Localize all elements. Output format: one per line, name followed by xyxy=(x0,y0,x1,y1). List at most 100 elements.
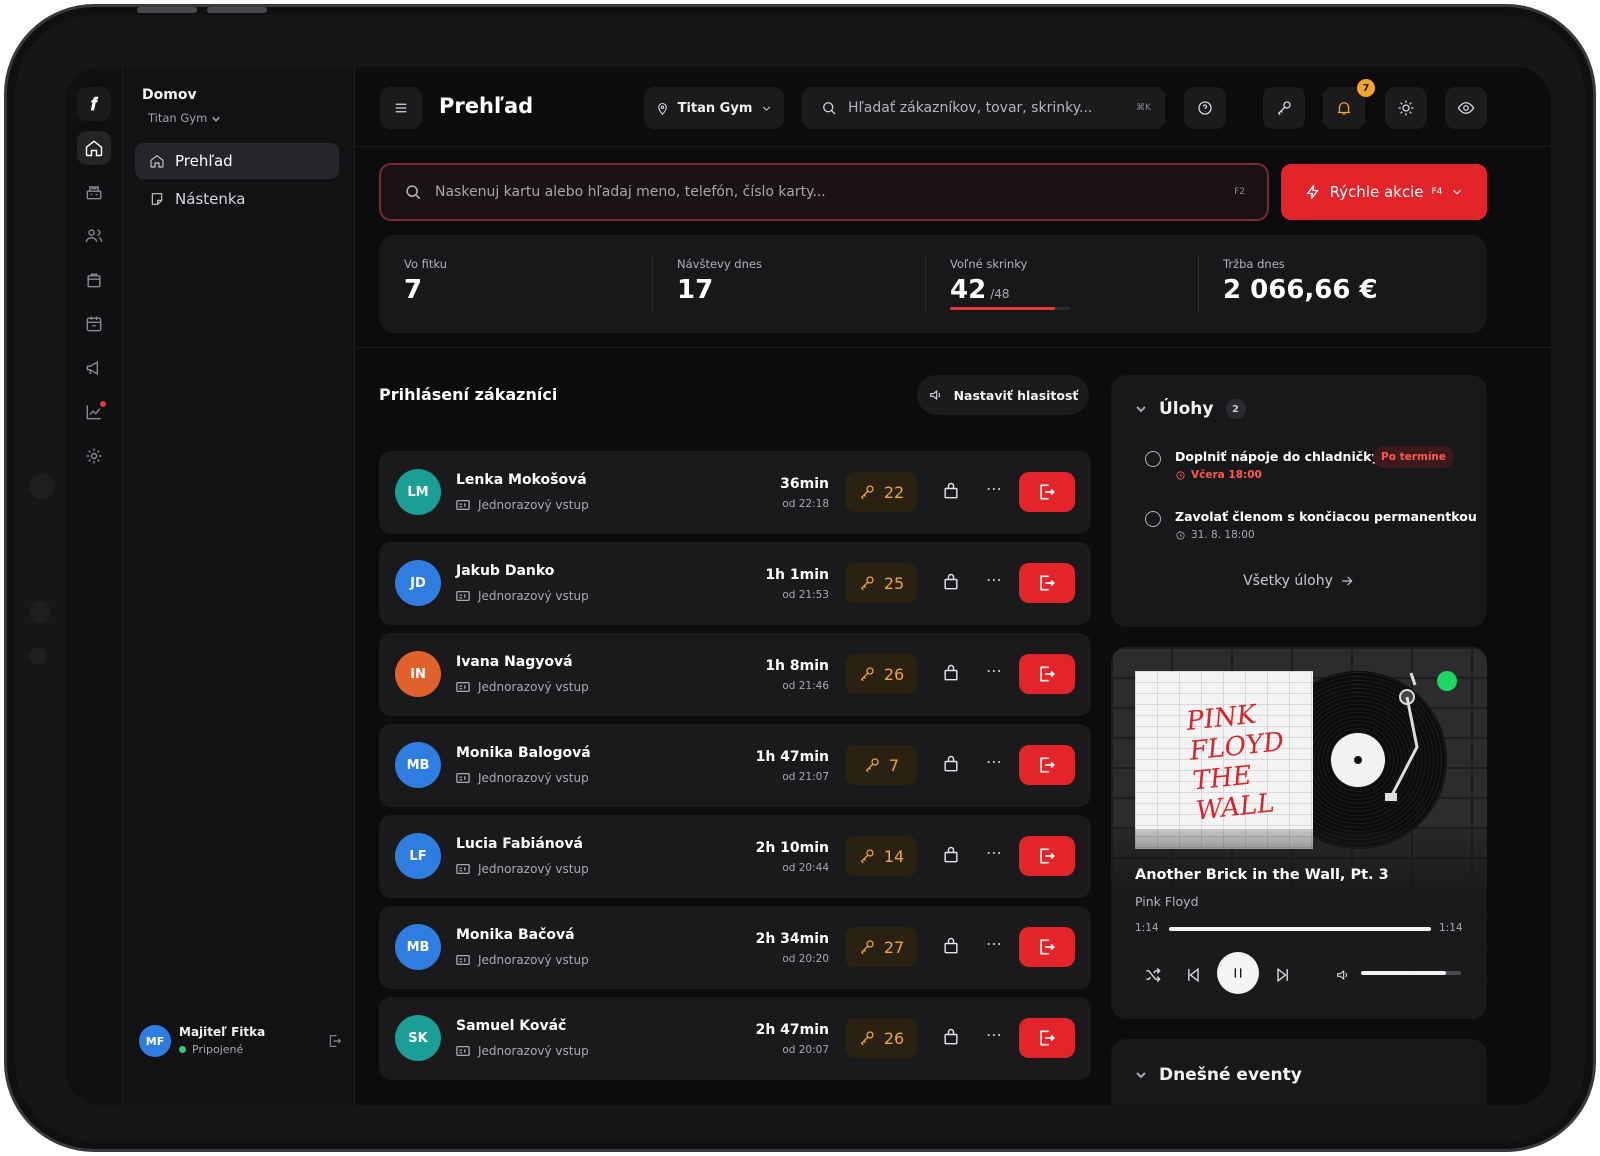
customer-name: Samuel Kováč xyxy=(456,1018,567,1034)
more-options-icon[interactable]: ⋯ xyxy=(986,843,1003,862)
gym-selector[interactable]: Titan Gym xyxy=(644,87,784,129)
user-profile[interactable]: MF Majiteľ Fitka Pripojené xyxy=(139,1023,342,1059)
locker-button[interactable]: 27 xyxy=(845,927,917,967)
settings-gear-icon[interactable] xyxy=(77,439,111,473)
theme-toggle-button[interactable] xyxy=(1385,87,1427,129)
megaphone-icon[interactable] xyxy=(77,351,111,385)
customer-row[interactable]: JD Jakub Danko Jednorazový vstup 1h 1min od … xyxy=(379,542,1091,625)
locker-number: 26 xyxy=(883,1028,905,1048)
previous-track-icon[interactable] xyxy=(1183,965,1203,985)
more-options-icon[interactable]: ⋯ xyxy=(986,479,1003,498)
duration-value: 1h 1min xyxy=(765,567,829,583)
customer-row[interactable]: IN Ivana Nagyová Jednorazový vstup 1h 8min o… xyxy=(379,633,1091,716)
top-bar: Prehľad Titan Gym Hľadať zákazníkov, tov… xyxy=(355,67,1551,147)
card-scan-input[interactable]: Naskenuj kartu alebo hľadaj meno, telefó… xyxy=(379,163,1269,221)
visit-duration: 1h 1min od 21:53 xyxy=(765,567,829,602)
help-button[interactable] xyxy=(1184,87,1226,129)
visit-duration: 2h 34min od 20:20 xyxy=(756,931,829,966)
duration-value: 2h 10min xyxy=(755,840,829,856)
next-track-icon[interactable] xyxy=(1273,965,1293,985)
cash-register-icon[interactable] xyxy=(77,175,111,209)
notifications-button[interactable]: 7 xyxy=(1323,79,1375,129)
locker-button[interactable]: 25 xyxy=(845,563,917,603)
nav-item-overview[interactable]: Prehľad xyxy=(135,143,339,179)
customer-name: Monika Balogová xyxy=(456,745,591,761)
id-card-icon xyxy=(456,1045,470,1057)
shopping-bag-icon[interactable] xyxy=(941,572,961,592)
more-options-icon[interactable]: ⋯ xyxy=(986,661,1003,680)
home-icon[interactable] xyxy=(77,131,111,165)
playback-progress-bar[interactable] xyxy=(1169,927,1431,931)
tasks-header[interactable]: Úlohy 2 xyxy=(1135,399,1246,419)
key-button[interactable] xyxy=(1263,87,1305,129)
more-options-icon[interactable]: ⋯ xyxy=(986,570,1003,589)
nav-title: Domov xyxy=(142,87,197,103)
customer-row[interactable]: MB Monika Balogová Jednorazový vstup 1h 47m… xyxy=(379,724,1091,807)
quick-actions-button[interactable]: Rýchle akcie F4 xyxy=(1281,164,1487,220)
task-checkbox[interactable] xyxy=(1145,451,1161,467)
key-icon xyxy=(860,1031,874,1046)
customer-row[interactable]: LF Lucia Fabiánová Jednorazový vstup 2h 10m… xyxy=(379,815,1091,898)
locker-button[interactable]: 14 xyxy=(845,836,917,876)
task-checkbox[interactable] xyxy=(1145,511,1161,527)
stat-in-gym: Vo fitku 7 xyxy=(379,235,656,333)
clock-icon xyxy=(1176,470,1185,480)
shopping-bag-icon[interactable] xyxy=(941,663,961,683)
customer-row[interactable]: LM Lenka Mokošová Jednorazový vstup 36min od… xyxy=(379,451,1091,534)
events-header[interactable]: Dnešné eventy xyxy=(1135,1065,1302,1085)
more-options-icon[interactable]: ⋯ xyxy=(986,752,1003,771)
customer-row[interactable]: SK Samuel Kováč Jednorazový vstup 2h 47min o… xyxy=(379,997,1091,1080)
membership-type: Jednorazový vstup xyxy=(456,1044,589,1058)
app-screen: 𝒇 Domov Titan Gym Prehľad Nástenka MF Ma… xyxy=(65,67,1551,1105)
visit-duration: 2h 10min od 20:44 xyxy=(756,840,829,875)
device-sensor xyxy=(29,601,51,623)
checkout-button[interactable] xyxy=(1019,563,1075,603)
global-search-input[interactable]: Hľadať zákazníkov, tovar, skrinky... ⌘K xyxy=(802,87,1165,129)
volume-slider-fill xyxy=(1361,971,1446,975)
locker-button[interactable]: 7 xyxy=(845,745,917,785)
users-icon[interactable] xyxy=(77,219,111,253)
gym-switcher[interactable]: Titan Gym xyxy=(148,111,221,125)
checkout-button[interactable] xyxy=(1019,745,1075,785)
more-options-icon[interactable]: ⋯ xyxy=(986,1025,1003,1044)
tonearm-icon xyxy=(1385,672,1419,801)
shuffle-icon[interactable] xyxy=(1143,965,1163,985)
volume-icon xyxy=(1337,969,1348,981)
checkout-button[interactable] xyxy=(1019,654,1075,694)
spotify-icon xyxy=(1437,671,1457,691)
logout-icon[interactable] xyxy=(327,1033,343,1049)
locker-button[interactable]: 26 xyxy=(845,654,917,694)
shopping-bag-icon[interactable] xyxy=(941,1027,961,1047)
shopping-bag-icon[interactable] xyxy=(941,754,961,774)
checkout-button[interactable] xyxy=(1019,927,1075,967)
membership-type-label: Jednorazový vstup xyxy=(478,771,589,785)
checkout-button[interactable] xyxy=(1019,836,1075,876)
set-volume-button[interactable]: Nastaviť hlasitosť xyxy=(917,375,1089,415)
locker-button[interactable]: 26 xyxy=(845,1018,917,1058)
shopping-bag-icon[interactable] xyxy=(941,936,961,956)
arrow-right-icon xyxy=(1342,576,1353,586)
locker-button[interactable]: 22 xyxy=(845,472,917,512)
more-options-icon[interactable]: ⋯ xyxy=(986,934,1003,953)
checkout-button[interactable] xyxy=(1019,1018,1075,1058)
playback-progress-fill xyxy=(1169,927,1431,931)
volume-slider[interactable] xyxy=(1361,971,1461,975)
avatar: MB xyxy=(395,742,441,788)
calendar-icon[interactable] xyxy=(77,307,111,341)
nav-item-board[interactable]: Nástenka xyxy=(135,181,339,217)
shopping-bag-icon[interactable] xyxy=(77,263,111,297)
menu-button[interactable] xyxy=(380,87,422,129)
all-tasks-link[interactable]: Všetky úlohy xyxy=(1111,573,1487,589)
shopping-bag-icon[interactable] xyxy=(941,845,961,865)
checkout-button[interactable] xyxy=(1019,472,1075,512)
privacy-toggle-button[interactable] xyxy=(1445,87,1487,129)
membership-type-label: Jednorazový vstup xyxy=(478,589,589,603)
analytics-icon[interactable] xyxy=(77,395,111,429)
membership-type-label: Jednorazový vstup xyxy=(478,862,589,876)
stat-value: 42/48 xyxy=(950,275,1202,305)
customer-row[interactable]: MB Monika Bačová Jednorazový vstup 2h 34min… xyxy=(379,906,1091,989)
app-logo[interactable]: 𝒇 xyxy=(77,87,111,121)
speaker-icon xyxy=(929,389,940,401)
play-pause-button[interactable] xyxy=(1217,952,1259,994)
shopping-bag-icon[interactable] xyxy=(941,481,961,501)
